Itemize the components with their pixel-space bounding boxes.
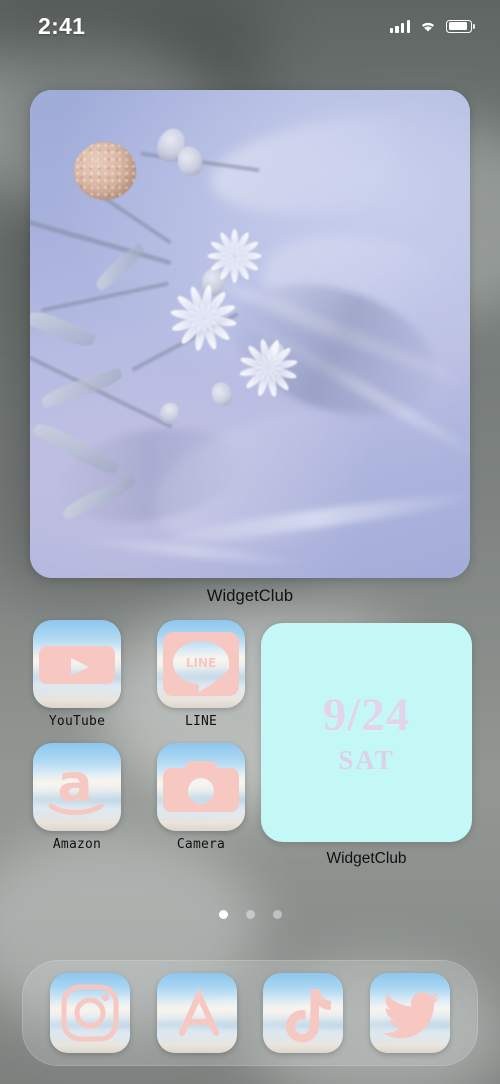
tiktok-icon <box>286 989 332 1043</box>
dock-icon-tiktok[interactable] <box>263 973 344 1053</box>
date-widget[interactable]: 9/24 SAT <box>261 623 472 842</box>
page-indicator-dots[interactable] <box>0 910 500 919</box>
app-youtube[interactable]: YouTube <box>28 620 126 729</box>
app-line[interactable]: LINE LINE <box>152 620 250 729</box>
photo-widget-label: WidgetClub <box>206 587 294 605</box>
dock <box>22 960 478 1066</box>
twitter-icon <box>382 992 440 1039</box>
amazon-icon: a <box>48 754 105 815</box>
app-label-amazon: Amazon <box>52 837 102 852</box>
app-icon-grid: YouTube LINE LINE a Amazon Camera <box>28 620 250 852</box>
svg-text:a: a <box>57 754 92 814</box>
battery-icon <box>446 19 475 33</box>
date-widget-label: WidgetClub <box>326 850 407 867</box>
dock-icon-app-store[interactable] <box>156 973 237 1053</box>
app-amazon[interactable]: a Amazon <box>28 743 126 852</box>
date-widget-container[interactable]: 9/24 SAT WidgetClub <box>261 623 472 868</box>
svg-text:LINE: LINE <box>186 656 216 670</box>
dock-icon-instagram[interactable] <box>50 973 131 1053</box>
status-bar-clock: 2:41 <box>38 12 86 39</box>
pom-flower <box>74 142 136 200</box>
status-bar: 2:41 <box>0 0 500 52</box>
weekday-value: SAT <box>338 744 395 775</box>
wifi-icon <box>421 22 435 32</box>
page-dot-3[interactable] <box>272 910 282 919</box>
app-store-icon <box>178 987 219 1036</box>
app-label-line: LINE <box>184 714 218 729</box>
app-label-youtube: YouTube <box>48 714 106 729</box>
daisy-flower <box>230 330 306 406</box>
date-value: 9/24 <box>322 688 411 741</box>
dock-icon-twitter[interactable] <box>369 973 450 1053</box>
app-camera[interactable]: Camera <box>152 743 250 852</box>
camera-icon <box>163 761 239 812</box>
app-icon-line[interactable]: LINE <box>157 620 245 708</box>
app-icon-youtube[interactable] <box>33 620 121 708</box>
page-dot-2[interactable] <box>245 910 255 919</box>
instagram-icon <box>61 984 119 1042</box>
status-bar-icons <box>389 19 475 33</box>
page-dot-1[interactable] <box>218 910 228 919</box>
cellular-signal-icon <box>389 19 410 33</box>
app-label-camera: Camera <box>176 837 226 852</box>
photo-widget[interactable] <box>30 90 470 578</box>
app-icon-amazon[interactable]: a <box>33 743 121 831</box>
photo-widget-container[interactable]: WidgetClub <box>30 90 470 606</box>
app-icon-camera[interactable] <box>157 743 245 831</box>
youtube-icon <box>39 646 115 684</box>
line-icon: LINE <box>163 632 239 696</box>
